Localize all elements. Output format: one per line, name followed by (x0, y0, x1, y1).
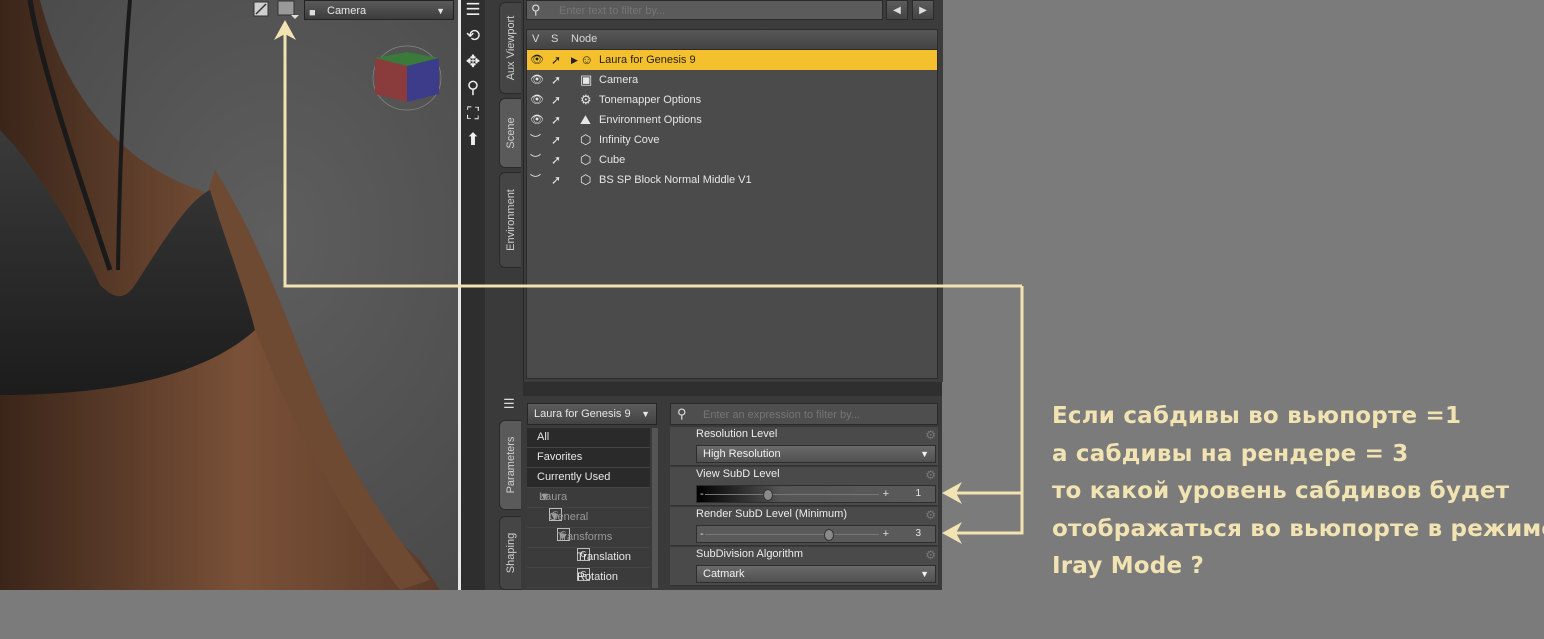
arrow-to-camera (283, 30, 1022, 288)
annotation-line: Iray Mode ? (1052, 553, 1205, 579)
annotation-line: а сабдивы на рендере = 3 (1052, 440, 1409, 467)
annotation-line: Если сабдивы во вьюпорте =1 (1052, 403, 1462, 429)
arrow-to-view-subd (952, 286, 1024, 495)
annotation-line: то какой уровень сабдивов будет (1052, 478, 1510, 504)
annotation-line: отображаться во вьюпорте в режиме (1052, 515, 1544, 542)
arrow-to-render-subd (952, 493, 1024, 535)
annotation-question: Если сабдивы во вьюпорте =1 а сабдивы на… (1052, 398, 1544, 586)
